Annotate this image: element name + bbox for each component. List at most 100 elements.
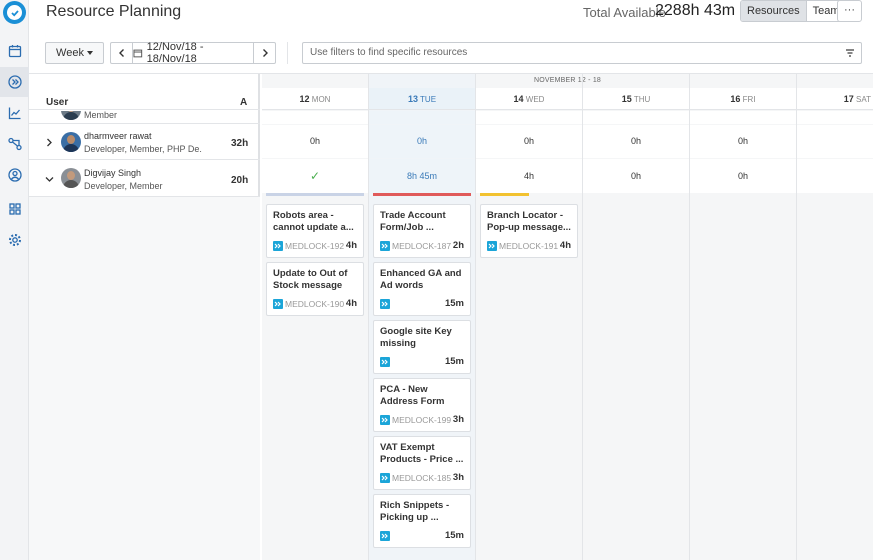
day-column-fri: 16 FRI 0h 0h bbox=[690, 74, 797, 560]
chevron-right-icon bbox=[262, 49, 268, 57]
task-card[interactable]: Trade Account Form/Job ... MEDLOCK-187 2h bbox=[373, 204, 471, 258]
task-card[interactable]: Robots area - cannot update a... MEDLOCK… bbox=[266, 204, 364, 258]
day-header: 14 WED bbox=[476, 88, 582, 110]
workflow-icon[interactable] bbox=[0, 129, 29, 159]
task-key: MEDLOCK-190 bbox=[285, 298, 345, 309]
task-card[interactable]: PCA - New Address Form MEDLOCK-199 3h bbox=[373, 378, 471, 432]
task-title: Enhanced GA and Ad words bbox=[380, 268, 462, 291]
date-range-picker[interactable]: 12/Nov/18 - 18/Nov/18 bbox=[133, 41, 253, 65]
user-panel-header: User A bbox=[29, 74, 260, 110]
day-cell[interactable] bbox=[797, 125, 873, 158]
day-cell[interactable]: 0h bbox=[476, 125, 582, 158]
task-hours: 15m bbox=[444, 356, 464, 367]
day-header-today: 13 TUE bbox=[369, 88, 475, 110]
date-range-text: 12/Nov/18 - 18/Nov/18 bbox=[146, 41, 204, 65]
jira-tag-icon bbox=[273, 298, 283, 309]
task-title: Branch Locator - Pop-up message... bbox=[487, 210, 571, 233]
jira-tag-icon bbox=[273, 240, 283, 251]
jira-tag-icon bbox=[380, 530, 390, 541]
day-cell bbox=[583, 111, 689, 124]
trend-chart-icon[interactable] bbox=[0, 98, 29, 128]
day-cell[interactable]: 8h 45m bbox=[369, 159, 475, 193]
chevron-right-icon[interactable] bbox=[45, 138, 53, 147]
task-card[interactable]: Branch Locator - Pop-up message... MEDLO… bbox=[480, 204, 578, 258]
user-hours: 32h bbox=[231, 138, 249, 149]
next-week-button[interactable] bbox=[253, 42, 276, 64]
more-options-button[interactable]: ··· bbox=[837, 0, 862, 22]
period-label: Week bbox=[56, 47, 84, 59]
filter-icon[interactable] bbox=[845, 48, 855, 58]
task-key: MEDLOCK-185 bbox=[392, 472, 452, 483]
avatar bbox=[61, 132, 81, 152]
day-header: 15 THU bbox=[583, 88, 689, 110]
page-title: Resource Planning bbox=[46, 3, 182, 20]
jira-tag-icon bbox=[380, 472, 390, 483]
task-title: Robots area - cannot update a... bbox=[273, 210, 354, 233]
jira-tag-icon bbox=[487, 240, 497, 251]
user-row[interactable]: Member bbox=[29, 111, 260, 124]
jira-tag-icon bbox=[380, 240, 390, 251]
availability-column-header: A bbox=[240, 97, 248, 108]
task-title: Update to Out of Stock message bbox=[273, 268, 348, 291]
capacity-bar bbox=[266, 193, 364, 196]
calendar-icon[interactable] bbox=[0, 36, 29, 66]
period-dropdown[interactable]: Week bbox=[45, 42, 104, 64]
task-title: VAT Exempt Products - Price ... bbox=[380, 442, 464, 465]
user-name: Digvijay Singh bbox=[84, 168, 142, 178]
day-cell[interactable]: 0h bbox=[690, 159, 796, 193]
user-row-digvijay[interactable]: Digvijay Singh Developer, Member 20h bbox=[29, 160, 260, 197]
jira-tag-icon bbox=[380, 356, 390, 367]
task-card[interactable]: Enhanced GA and Ad words 15m bbox=[373, 262, 471, 316]
task-card[interactable]: Rich Snippets - Picking up ... 15m bbox=[373, 494, 471, 548]
tab-resources[interactable]: Resources bbox=[741, 1, 807, 21]
task-card[interactable]: Google site Key missing 15m bbox=[373, 320, 471, 374]
task-title: Trade Account Form/Job ... bbox=[380, 210, 446, 233]
resource-filter-input[interactable]: Use filters to find specific resources bbox=[302, 42, 862, 64]
capacity-bar-over bbox=[373, 193, 471, 196]
user-circle-icon[interactable] bbox=[0, 160, 29, 190]
user-role: Developer, Member bbox=[84, 181, 163, 191]
day-cell[interactable]: 0h bbox=[369, 125, 475, 158]
day-cell[interactable]: 0h bbox=[690, 125, 796, 158]
day-cell bbox=[690, 111, 796, 124]
day-cell[interactable]: 0h bbox=[583, 125, 689, 158]
day-header: 17 SAT bbox=[797, 88, 873, 110]
task-hours: 15m bbox=[444, 298, 464, 309]
task-card[interactable]: Update to Out of Stock message MEDLOCK-1… bbox=[266, 262, 364, 316]
gear-icon[interactable] bbox=[0, 225, 29, 255]
jira-tag-icon bbox=[380, 298, 390, 309]
calendar-area: NOVEMBER 12 - 18 12 MON 0h ✓ Robots area… bbox=[262, 74, 873, 560]
task-hours: 2h bbox=[452, 240, 464, 251]
day-cell bbox=[369, 111, 475, 124]
task-title: PCA - New Address Form bbox=[380, 384, 445, 407]
app-logo[interactable] bbox=[3, 1, 26, 24]
day-header: 12 MON bbox=[262, 88, 368, 110]
prev-week-button[interactable] bbox=[110, 42, 133, 64]
day-cell-check[interactable]: ✓ bbox=[262, 159, 368, 193]
chevron-down-icon[interactable] bbox=[45, 175, 54, 183]
day-cell[interactable]: 0h bbox=[583, 159, 689, 193]
task-title: Google site Key missing bbox=[380, 326, 452, 349]
day-cell bbox=[262, 111, 368, 124]
toolbar-divider bbox=[287, 42, 288, 64]
task-hours: 4h bbox=[559, 240, 571, 251]
app: Resource Planning Total Available 2288h … bbox=[0, 0, 873, 560]
day-column-sat: 17 SAT bbox=[797, 74, 873, 560]
task-card[interactable]: VAT Exempt Products - Price ... MEDLOCK-… bbox=[373, 436, 471, 490]
day-cell[interactable]: 0h bbox=[262, 125, 368, 158]
sprint-forward-icon[interactable] bbox=[0, 67, 29, 97]
day-cell[interactable]: 4h bbox=[476, 159, 582, 193]
task-key: MEDLOCK-192 bbox=[285, 240, 345, 251]
task-key: MEDLOCK-191 bbox=[499, 240, 559, 251]
task-hours: 4h bbox=[345, 298, 357, 309]
grid-apps-icon[interactable] bbox=[0, 194, 29, 224]
jira-tag-icon bbox=[380, 414, 390, 425]
user-row-dharmveer[interactable]: dharmveer rawat Developer, Member, PHP D… bbox=[29, 124, 260, 160]
user-panel-empty-area bbox=[29, 197, 260, 560]
day-column-mon: 12 MON 0h ✓ Robots area - cannot update … bbox=[262, 74, 369, 560]
day-cell bbox=[476, 111, 582, 124]
day-cell[interactable] bbox=[797, 159, 873, 193]
capacity-bar-partial bbox=[480, 193, 529, 196]
view-toggle: Resources Team bbox=[740, 0, 847, 22]
avatar bbox=[61, 168, 81, 188]
